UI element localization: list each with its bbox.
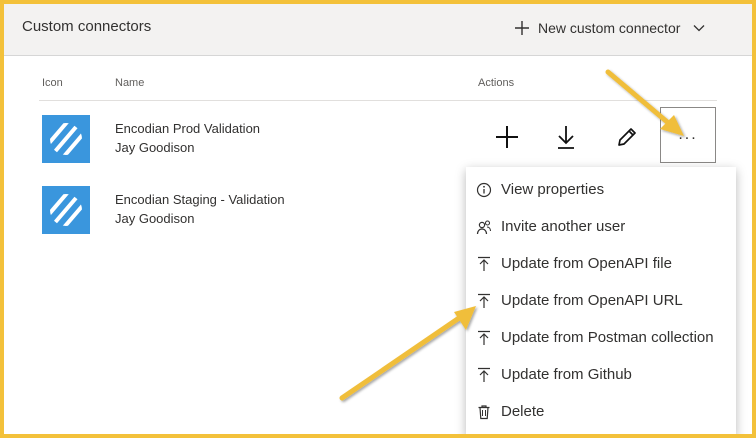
download-icon[interactable] [550,121,582,153]
chevron-down-icon [692,21,706,35]
column-header-name: Name [115,77,145,89]
menu-item-label: Update from Github [501,366,632,383]
menu-item-update-postman[interactable]: Update from Postman collection [466,320,736,357]
page-title: Custom connectors [22,18,152,35]
column-header-actions: Actions [478,77,515,89]
upload-icon [476,330,492,346]
info-icon [476,182,492,198]
menu-item-label: Invite another user [501,218,626,235]
connector-owner: Jay Goodison [115,140,195,155]
upload-icon [476,367,492,383]
more-options-menu: View properties Invite another user Upda… [466,167,736,434]
menu-item-invite-user[interactable]: Invite another user [466,209,736,246]
table-row: Encodian Prod Validation Jay Goodison [4,115,752,167]
column-header-icon: Icon [42,77,63,89]
menu-item-view-properties[interactable]: View properties [466,172,736,209]
menu-item-label: Update from Postman collection [501,329,714,346]
menu-item-update-github[interactable]: Update from Github [466,357,736,394]
connector-name[interactable]: Encodian Prod Validation [115,121,260,136]
upload-icon [476,256,492,272]
screenshot-frame: Custom connectors New custom connector I… [0,0,756,438]
upload-icon [476,293,492,309]
connector-icon [42,115,90,163]
connector-name[interactable]: Encodian Staging - Validation [115,192,285,207]
add-icon[interactable] [491,121,523,153]
menu-item-label: Update from OpenAPI file [501,255,672,272]
new-custom-connector-button[interactable]: New custom connector [514,14,706,42]
menu-item-update-openapi-file[interactable]: Update from OpenAPI file [466,246,736,283]
annotation-arrow-to-openapi-url [339,306,476,401]
new-custom-connector-label: New custom connector [538,20,681,36]
menu-item-label: View properties [501,181,605,198]
menu-item-update-openapi-url[interactable]: Update from OpenAPI URL [466,283,736,320]
connector-icon [42,186,90,234]
trash-icon [476,404,492,420]
header-divider [39,100,717,101]
more-options-button[interactable]: ... [660,107,716,163]
page-header: Custom connectors New custom connector [4,4,752,56]
connector-owner: Jay Goodison [115,211,195,226]
invite-user-icon [476,219,492,235]
menu-item-delete[interactable]: Delete [466,394,736,431]
pencil-icon[interactable] [611,121,643,153]
menu-item-label: Delete [501,403,545,420]
plus-icon [514,20,530,36]
menu-item-label: Update from OpenAPI URL [501,292,683,309]
